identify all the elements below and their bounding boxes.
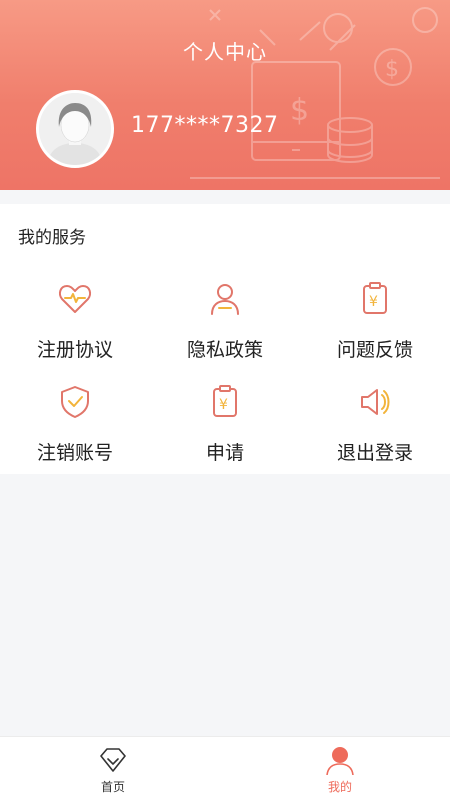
tab-label: 首页 [100,780,125,794]
section-title: 我的服务 [18,228,86,248]
service-privacy-policy[interactable]: 隐私政策 [150,281,300,371]
service-apply[interactable]: ¥ 申请 [150,384,300,474]
svg-text:¥: ¥ [369,294,378,310]
my-services-section: 我的服务 注册协议 隐私政策 ¥ 问题反馈 注销账号 ¥ 申请 退出登录 [0,204,450,474]
person-icon [211,284,239,315]
page-title: 个人中心 [183,40,267,64]
speaker-icon [361,389,390,415]
service-label: 注册协议 [36,339,113,361]
money-illustration-icon: $ $ [190,7,440,179]
service-cancel-account[interactable]: 注销账号 [0,384,150,474]
shield-check-icon [61,386,89,418]
clipboard-yen-icon: ¥ [213,385,237,417]
service-label: 隐私政策 [186,339,263,361]
service-register-agreement[interactable]: 注册协议 [0,281,150,371]
tab-label: 我的 [327,780,352,794]
svg-text:$: $ [290,93,309,128]
profile-header: $ $ 个人中心 177****7327 [0,0,450,190]
service-label: 退出登录 [336,442,413,464]
tab-home[interactable]: 首页 [53,737,173,800]
diamond-icon [100,748,126,772]
svg-text:¥: ¥ [219,397,228,413]
default-avatar-icon [39,93,111,165]
service-label: 问题反馈 [336,339,413,361]
service-label: 注销账号 [36,442,113,464]
tab-mine[interactable]: 我的 [280,737,400,800]
service-logout[interactable]: 退出登录 [300,384,450,474]
clipboard-yen-icon: ¥ [363,282,387,314]
avatar[interactable] [36,90,114,168]
user-icon [326,747,354,775]
phone-number: 177****7327 [131,113,279,138]
heart-pulse-icon [58,285,92,313]
service-label: 申请 [205,442,244,464]
service-feedback[interactable]: ¥ 问题反馈 [300,281,450,371]
bottom-tab-bar: 首页 我的 [0,736,450,800]
